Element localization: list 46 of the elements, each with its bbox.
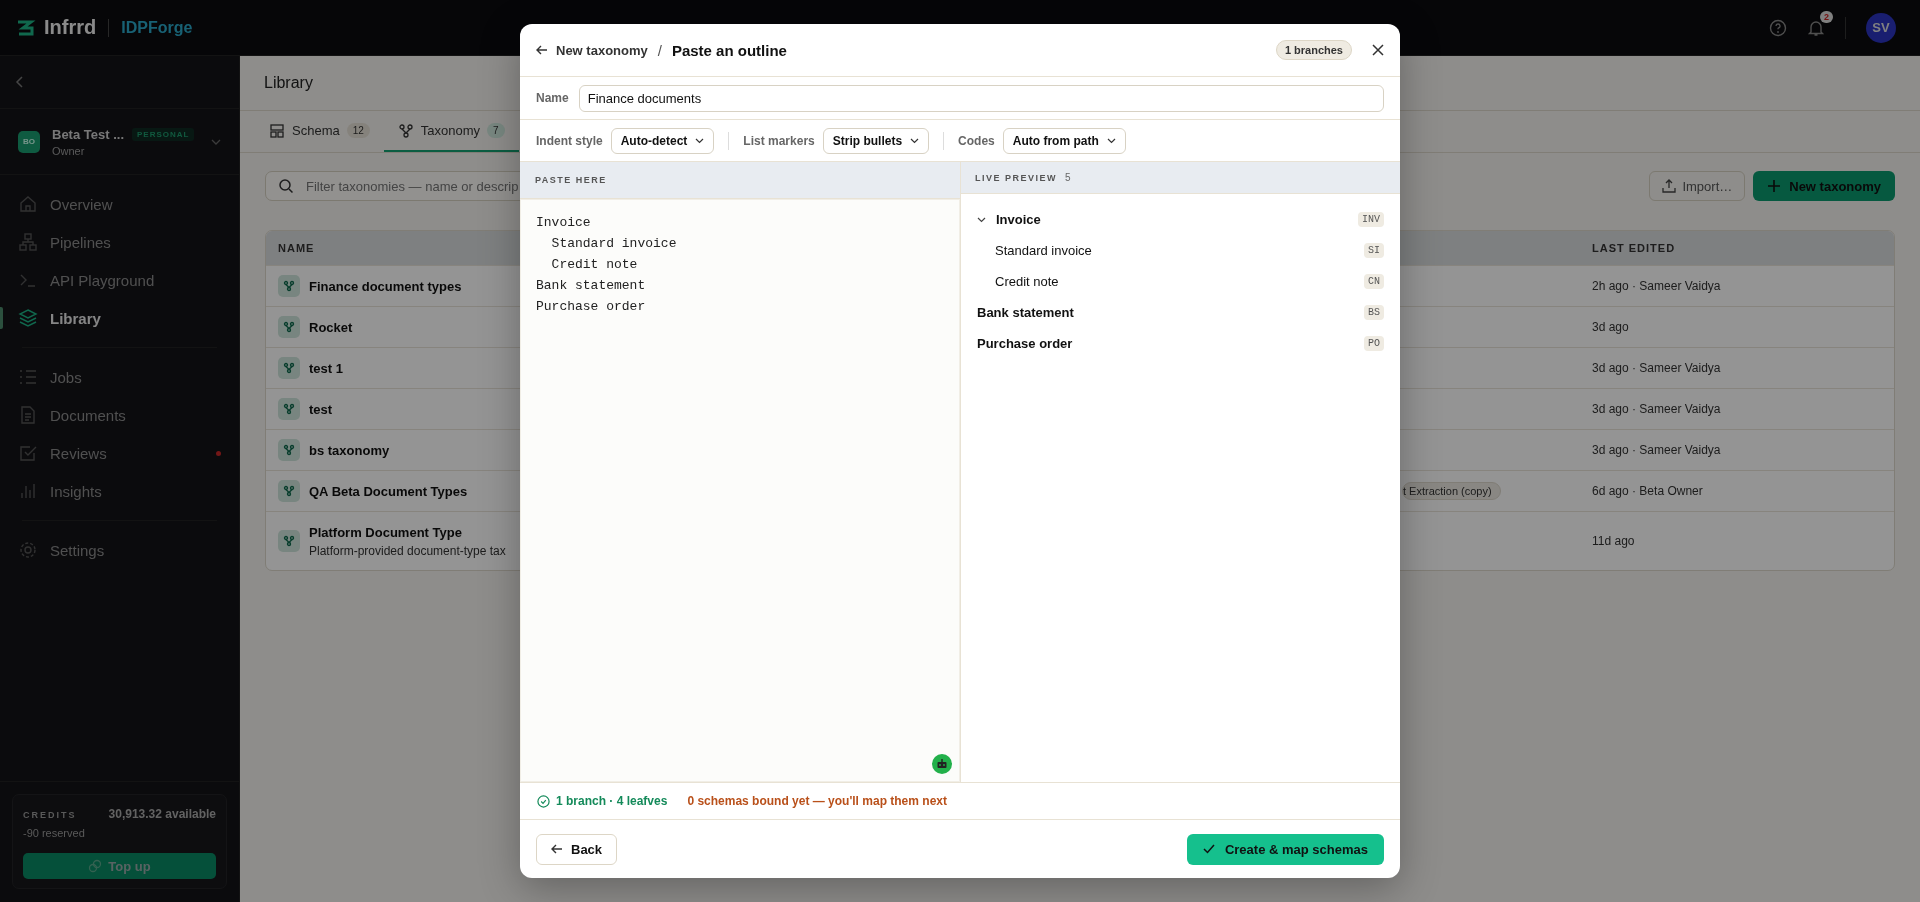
branch-count-badge: 1 branches [1275,40,1352,60]
status-summary: 1 branch · 4 leafves [556,794,668,808]
dialog-title: Paste an outline [671,41,787,59]
column-header: NAME [278,242,315,254]
code-badge: CN [1364,274,1384,289]
code-badge: INV [1358,212,1384,227]
last-edited: 11d ago [1592,534,1636,548]
account-role: Owner [52,144,86,157]
status-warning: 0 schemas bound yet — you'll map them next [687,794,947,808]
taxonomy-name: bs taxonomy [309,442,390,458]
account-avatar: BO [18,130,40,153]
last-edited: 6d ago · Beta Owner [1592,484,1704,498]
last-edited: 3d ago · Sameer Vaidya [1592,402,1722,416]
pane-heading: PASTE HERE [535,175,607,185]
taxonomy-description: Platform-provided document-type tax [309,543,506,558]
taxonomy-name: Finance document types [309,278,462,294]
breadcrumb-separator: / [657,41,662,59]
name-label: Name [536,91,569,105]
credits-label: CREDITS [23,810,77,820]
plan-badge: PERSONAL [132,127,195,141]
last-edited: 3d ago · Sameer Vaidya [1592,361,1722,375]
last-edited: 2h ago · Sameer Vaidya [1592,279,1722,293]
taxonomy-name: test [309,401,333,417]
credits-amount: 30,913.32 available [108,807,216,821]
last-edited: 3d ago [1592,320,1630,334]
account-name: Beta Test ... [52,126,124,142]
code-badge: SI [1364,243,1384,258]
code-badge: BS [1364,305,1384,320]
taxonomy-name: test 1 [309,360,343,376]
taxonomy-name: Rocket [309,319,353,335]
schema-tag: t Extraction (copy) [1402,482,1501,500]
taxonomy-name: QA Beta Document Types [309,483,468,499]
notification-count: 2 [1820,10,1833,23]
option-label: List markers [743,133,815,148]
credits-reserved: -90 reserved [23,827,86,839]
brand-name: Infrrd [44,16,97,39]
option-label: Indent style [536,133,603,148]
taxonomy-name: Platform Document Type [309,524,463,540]
preview-count: 5 [1065,172,1071,183]
code-badge: PO [1364,336,1384,351]
page-title: Library [264,74,313,92]
pane-heading: LIVE PREVIEW [975,172,1057,183]
column-header: LAST EDITED [1592,242,1676,254]
last-edited: 3d ago · Sameer Vaidya [1592,443,1722,457]
product-name: IDPForge [121,18,193,37]
option-label: Codes [958,133,995,148]
